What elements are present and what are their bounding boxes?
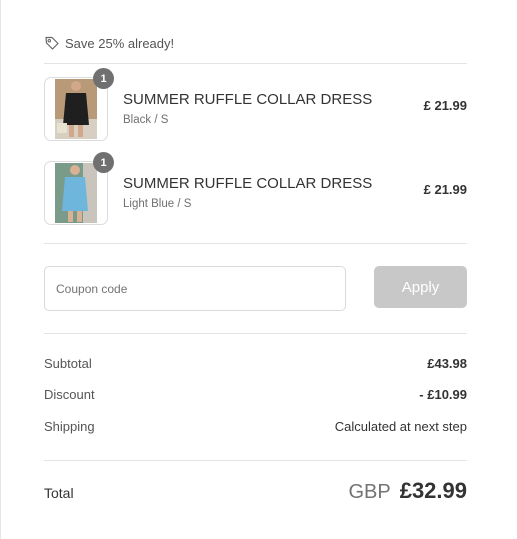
divider [44,333,467,334]
discount-label: Discount [44,387,95,402]
product-image [55,79,97,139]
divider [44,63,467,64]
subtotal-value: £43.98 [427,356,467,371]
product-name: SUMMER RUFFLE COLLAR DRESS [123,91,373,108]
savings-text: Save 25% already! [65,35,175,51]
shipping-label: Shipping [44,419,95,434]
product-variant: Light Blue / S [123,198,192,210]
coupon-code-input[interactable] [44,266,346,311]
total-value: GBP £32.99 [348,478,467,504]
product-name: SUMMER RUFFLE COLLAR DRESS [123,175,373,192]
discount-row: Discount - £10.99 [44,385,467,405]
product-thumbnail: 1 [44,152,114,225]
quantity-badge: 1 [93,152,114,173]
product-image [55,163,97,223]
apply-coupon-button[interactable]: Apply [374,266,467,308]
cart-line-item: 1 SUMMER RUFFLE COLLAR DRESS Light Blue … [44,152,467,225]
total-amount: £32.99 [399,478,467,503]
panel-left-border [0,0,1,539]
shipping-value: Calculated at next step [334,419,467,434]
product-thumbnail: 1 [44,68,114,141]
product-variant: Black / S [123,114,169,126]
subtotal-label: Subtotal [44,356,92,371]
subtotal-row: Subtotal £43.98 [44,354,467,374]
product-price: £ 21.99 [423,182,467,197]
tag-icon [44,35,60,51]
total-label: Total [44,485,74,501]
cart-line-item: 1 SUMMER RUFFLE COLLAR DRESS Black / S £… [44,68,467,141]
shipping-row: Shipping Calculated at next step [44,417,467,437]
quantity-badge: 1 [93,68,114,89]
discount-value: - £10.99 [419,387,467,402]
savings-notice: Save 25% already! [44,33,174,53]
product-price: £ 21.99 [423,98,467,113]
divider [44,460,467,461]
total-currency: GBP [348,481,391,503]
divider [44,243,467,244]
